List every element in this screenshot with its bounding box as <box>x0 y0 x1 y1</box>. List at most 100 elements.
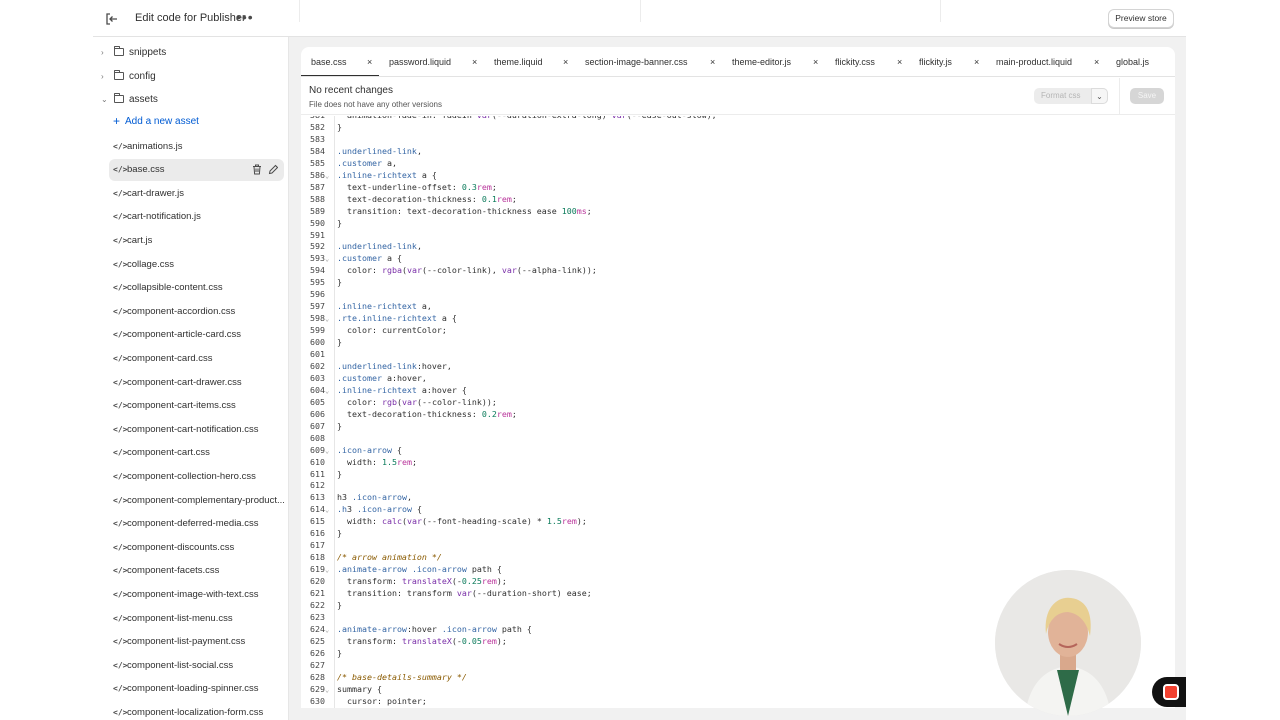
asset-item[interactable]: </> component-facets.css <box>109 560 284 582</box>
folder-label: config <box>129 70 156 82</box>
asset-label: component-deferred-media.css <box>127 518 259 530</box>
code-file-icon: </> <box>113 613 128 623</box>
code-text: summary { <box>337 683 382 694</box>
exit-icon[interactable] <box>104 11 120 27</box>
code-line: 622} <box>301 600 342 612</box>
code-line: 628 /* base-details-summary */ <box>301 672 467 684</box>
line-number: 592 <box>310 241 325 252</box>
asset-item[interactable]: </> component-deferred-media.css <box>109 513 284 535</box>
pencil-icon[interactable] <box>268 164 278 175</box>
code-line: 596 <box>301 289 337 301</box>
close-tab-icon[interactable]: × <box>563 47 568 76</box>
code-line: 592 .underlined-link, <box>301 241 422 253</box>
close-tab-icon[interactable]: × <box>813 47 818 76</box>
close-tab-icon[interactable]: × <box>974 47 979 76</box>
line-number: 598 <box>310 313 325 324</box>
line-number: 620 <box>310 576 325 587</box>
code-line: 617 <box>301 540 337 552</box>
format-css-button[interactable]: Format css ⌄ <box>1034 88 1108 104</box>
file-tab[interactable]: flickity.css <box>835 47 875 76</box>
asset-item[interactable]: </> component-discounts.css <box>109 536 284 558</box>
file-tab[interactable]: section-image-banner.css <box>585 47 688 76</box>
line-number: 584 <box>310 145 325 156</box>
code-line: 597 .inline-richtext a, <box>301 301 432 313</box>
asset-label: component-complementary-product... <box>127 494 284 506</box>
code-text: .icon-arrow { <box>337 444 402 455</box>
code-line: 594 color: rgba(var(--color-link), var(-… <box>301 265 597 277</box>
asset-item[interactable]: </> component-list-social.css <box>109 654 284 676</box>
code-text: transform: translateX(-0.25rem); <box>337 576 507 587</box>
code-file-icon: </> <box>113 212 128 222</box>
close-tab-icon[interactable]: × <box>472 47 477 76</box>
code-line: 587 text-underline-offset: 0.3rem; <box>301 182 497 194</box>
asset-item[interactable]: </> component-cart-notification.css <box>109 418 284 440</box>
asset-item[interactable]: </> cart-drawer.js <box>109 182 284 204</box>
asset-label: component-discounts.css <box>127 541 235 553</box>
asset-item[interactable]: </> collapsible-content.css <box>109 277 284 299</box>
more-actions-icon[interactable]: ••• <box>236 9 254 25</box>
code-line: 625 transform: translateX(-0.05rem); <box>301 636 507 648</box>
asset-item[interactable]: </> component-cart-drawer.css <box>109 371 284 393</box>
asset-item[interactable]: </> cart-notification.js <box>109 206 284 228</box>
preview-store-button[interactable]: Preview store <box>1108 9 1174 28</box>
folder-assets[interactable]: ⌄ assets <box>101 89 158 109</box>
code-line: 588 text-decoration-thickness: 0.1rem; <box>301 194 517 206</box>
line-number: 624 <box>310 623 325 634</box>
file-tab[interactable]: flickity.js <box>919 47 952 76</box>
chevron-down-icon[interactable]: ⌄ <box>1091 88 1108 104</box>
asset-item[interactable]: </> cart.js <box>109 229 284 251</box>
asset-item[interactable]: </> component-image-with-text.css <box>109 583 284 605</box>
line-number: 591 <box>310 229 325 240</box>
file-tab[interactable]: global.js <box>1116 47 1149 76</box>
trash-icon[interactable] <box>252 164 262 175</box>
asset-item[interactable]: </> component-list-payment.css <box>109 631 284 653</box>
tab-label: base.css <box>311 57 347 67</box>
file-tab[interactable]: password.liquid <box>389 47 451 76</box>
file-tab[interactable]: theme-editor.js <box>732 47 791 76</box>
code-line: 626} <box>301 648 342 660</box>
asset-item[interactable]: </> collage.css <box>109 253 284 275</box>
asset-item[interactable]: </> component-cart-items.css <box>109 395 284 417</box>
recording-control[interactable] <box>1152 677 1186 707</box>
code-line: 581 animation-fade-in: fadeIn var(--dura… <box>301 116 717 122</box>
folder-snippets[interactable]: › snippets <box>101 42 166 62</box>
asset-item[interactable]: </> animations.js <box>109 135 284 157</box>
code-text: .customer a { <box>337 253 402 264</box>
add-asset-link[interactable]: + Add a new asset <box>113 114 199 128</box>
code-line: 604⌄ .inline-richtext a:hover { <box>301 385 467 397</box>
line-number: 623 <box>310 611 325 622</box>
asset-item[interactable]: </> component-collection-hero.css <box>109 465 284 487</box>
asset-item[interactable]: </> component-accordion.css <box>109 300 284 322</box>
code-text: .rte.inline-richtext a { <box>337 313 457 324</box>
asset-item[interactable]: </> component-list-menu.css <box>109 607 284 629</box>
asset-item[interactable]: </> component-article-card.css <box>109 324 284 346</box>
stop-recording-icon[interactable] <box>1163 684 1179 700</box>
close-tab-icon[interactable]: × <box>897 47 902 76</box>
asset-label: component-accordion.css <box>127 305 236 317</box>
close-tab-icon[interactable]: × <box>710 47 715 76</box>
presenter-avatar <box>995 570 1141 716</box>
asset-item[interactable]: </> component-complementary-product... <box>109 489 284 511</box>
asset-label: component-loading-spinner.css <box>127 683 259 695</box>
file-tab[interactable]: theme.liquid <box>494 47 543 76</box>
file-tab[interactable]: main-product.liquid <box>996 47 1073 76</box>
status-subtext: File does not have any other versions <box>309 100 442 109</box>
code-line: 583 <box>301 134 337 146</box>
asset-item[interactable]: </> base.css <box>109 158 284 181</box>
asset-item[interactable]: </> component-cart.css <box>109 442 284 464</box>
code-line: 610 width: 1.5rem; <box>301 457 417 469</box>
code-text: } <box>337 217 342 228</box>
code-line: 589 transition: text-decoration-thicknes… <box>301 206 592 218</box>
asset-label: cart-notification.js <box>127 211 201 223</box>
folder-config[interactable]: › config <box>101 66 156 86</box>
asset-item[interactable]: </> component-loading-spinner.css <box>109 678 284 700</box>
asset-item[interactable]: </> component-localization-form.css <box>109 701 284 720</box>
code-file-icon: </> <box>113 165 128 175</box>
close-tab-icon[interactable]: × <box>1094 47 1099 76</box>
asset-item[interactable]: </> component-card.css <box>109 347 284 369</box>
save-button[interactable]: Save <box>1130 88 1164 104</box>
close-tab-icon[interactable]: × <box>367 47 372 76</box>
code-file-icon: </> <box>113 495 128 505</box>
tab-label: main-product.liquid <box>996 57 1073 67</box>
line-number: 588 <box>310 193 325 204</box>
